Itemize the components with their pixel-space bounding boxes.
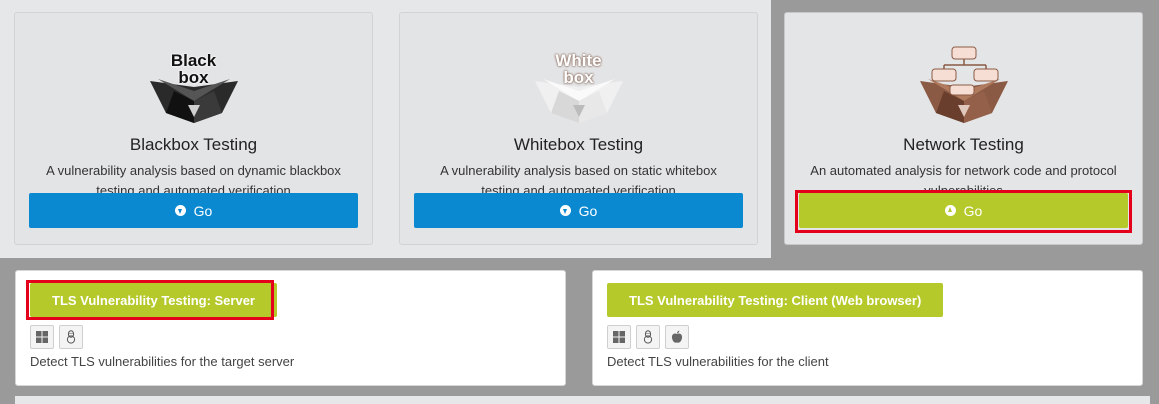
tls-server-os-list: [30, 325, 83, 349]
network-go-label: Go: [963, 202, 983, 219]
whitebox-logo: White box: [529, 43, 629, 127]
whitebox-go-button[interactable]: Go: [414, 193, 743, 228]
download-circle-icon: [559, 205, 571, 216]
blackbox-logo-line1: Black: [170, 51, 217, 70]
network-logo: [914, 43, 1014, 127]
tls-server-desc: Detect TLS vulnerabilities for the targe…: [30, 354, 295, 369]
network-card: Network Testing An automated analysis fo…: [784, 12, 1143, 245]
linux-icon: [59, 325, 83, 349]
network-go-button[interactable]: Go: [799, 193, 1128, 228]
blackbox-logo: Black box: [144, 43, 244, 127]
tls-client-os-list: [607, 325, 689, 349]
blackbox-logo-line2: box: [178, 68, 209, 87]
upload-circle-icon: [944, 205, 956, 216]
tls-server-button[interactable]: TLS Vulnerability Testing: Server: [30, 283, 277, 317]
linux-icon: [636, 325, 660, 349]
whitebox-logo-line2: box: [563, 68, 594, 87]
blackbox-go-label: Go: [193, 202, 213, 219]
tls-server-card: TLS Vulnerability Testing: Server Detect…: [15, 270, 566, 386]
bottom-strip: [15, 396, 1150, 404]
tls-client-button[interactable]: TLS Vulnerability Testing: Client (Web b…: [607, 283, 944, 317]
whitebox-desc-line1: A vulnerability analysis based on static…: [440, 163, 717, 178]
windows-icon: [607, 325, 631, 349]
whitebox-card: White box Whitebox Testing A vulnerabili…: [399, 12, 758, 245]
whitebox-go-label: Go: [578, 202, 598, 219]
tls-client-desc: Detect TLS vulnerabilities for the clien…: [607, 354, 829, 369]
network-desc-line1: An automated analysis for network code a…: [810, 163, 1117, 178]
blackbox-desc-line1: A vulnerability analysis based on dynami…: [46, 163, 341, 178]
download-circle-icon: [174, 205, 186, 216]
blackbox-card: Black box Blackbox Testing A vulnerabili…: [14, 12, 373, 245]
whitebox-title: Whitebox Testing: [513, 135, 644, 154]
apple-icon: [665, 325, 689, 349]
windows-icon: [30, 325, 54, 349]
blackbox-go-button[interactable]: Go: [29, 193, 358, 228]
whitebox-logo-line1: White: [555, 51, 602, 70]
tls-client-card: TLS Vulnerability Testing: Client (Web b…: [592, 270, 1143, 386]
blackbox-title: Blackbox Testing: [129, 135, 258, 154]
network-title: Network Testing: [903, 135, 1024, 154]
